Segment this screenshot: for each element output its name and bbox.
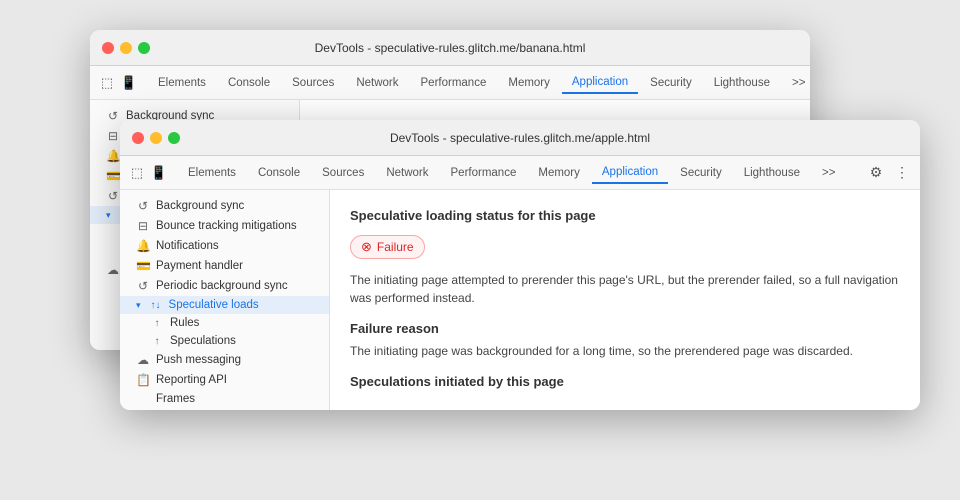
more-icon-front[interactable]: ⋮	[892, 163, 912, 183]
sync-icon-front: ↺	[136, 199, 150, 213]
sidebar-label: Rules	[170, 317, 199, 329]
periodic-icon-front: ↺	[136, 279, 150, 293]
status-badge-failure: ⊗ Failure	[350, 235, 425, 259]
device-icon[interactable]: 📱	[120, 74, 138, 92]
maximize-button[interactable]	[138, 42, 150, 54]
tab-network-front[interactable]: Network	[376, 163, 438, 183]
sidebar-label: Notifications	[156, 240, 219, 252]
notif-icon-front: 🔔	[136, 239, 150, 253]
tab-security-front[interactable]: Security	[670, 163, 732, 183]
description-front: The initiating page attempted to prerend…	[350, 271, 900, 307]
tab-elements-back[interactable]: Elements	[148, 73, 216, 93]
sidebar-payment-front[interactable]: 💳 Payment handler	[120, 256, 329, 276]
window-title-front: DevTools - speculative-rules.glitch.me/a…	[390, 131, 650, 145]
maximize-button-front[interactable]	[168, 132, 180, 144]
payment-icon-front: 💳	[136, 259, 150, 273]
toolbar-icons-back: ⬚ 📱	[98, 74, 138, 92]
speculations-title: Speculations initiated by this page	[350, 374, 900, 389]
tab-more-back[interactable]: >>	[782, 73, 810, 93]
inspect-icon-front[interactable]: ⬚	[128, 164, 146, 182]
tab-sources-front[interactable]: Sources	[312, 163, 374, 183]
tab-sources-back[interactable]: Sources	[282, 73, 344, 93]
minimize-button[interactable]	[120, 42, 132, 54]
sidebar-label: Frames	[156, 393, 195, 405]
tab-security-back[interactable]: Security	[640, 73, 702, 93]
tab-elements-front[interactable]: Elements	[178, 163, 246, 183]
device-icon-front[interactable]: 📱	[150, 164, 168, 182]
spec-icon-front: ↑	[150, 336, 164, 347]
minimize-button-front[interactable]	[150, 132, 162, 144]
window-body-front: ↺ Background sync ⊟ Bounce tracking miti…	[120, 190, 920, 410]
rules-icon-front: ↑	[150, 318, 164, 329]
sidebar-front: ↺ Background sync ⊟ Bounce tracking miti…	[120, 190, 330, 410]
tab-application-back[interactable]: Application	[562, 72, 638, 94]
sidebar-speculations-front[interactable]: ↑ Speculations	[120, 332, 329, 350]
sidebar-background-sync-front[interactable]: ↺ Background sync	[120, 196, 329, 216]
sidebar-bounce-front[interactable]: ⊟ Bounce tracking mitigations	[120, 216, 329, 236]
close-button-front[interactable]	[132, 132, 144, 144]
toolbar-back: ⬚ 📱 Elements Console Sources Network Per…	[90, 66, 810, 100]
sidebar-notifications-front[interactable]: 🔔 Notifications	[120, 236, 329, 256]
inspect-icon[interactable]: ⬚	[98, 74, 116, 92]
badge-label: Failure	[377, 240, 414, 254]
arrow-icon: ▾	[106, 210, 111, 221]
push-icon-front: ☁	[136, 353, 150, 367]
tab-lighthouse-back[interactable]: Lighthouse	[704, 73, 780, 93]
titlebar-back: DevTools - speculative-rules.glitch.me/b…	[90, 30, 810, 66]
toolbar-icons-front: ⬚ 📱	[128, 164, 168, 182]
toolbar-right-front: ⚙ ⋮	[866, 163, 912, 183]
traffic-lights-back	[102, 42, 150, 54]
sidebar-label: Reporting API	[156, 374, 227, 386]
failure-icon: ⊗	[361, 239, 372, 255]
sidebar-label: Speculations	[170, 335, 236, 347]
devtools-window-front: DevTools - speculative-rules.glitch.me/a…	[120, 120, 920, 410]
failure-reason: The initiating page was backgrounded for…	[350, 342, 900, 360]
close-button[interactable]	[102, 42, 114, 54]
periodic-icon: ↺	[106, 189, 120, 203]
tab-network-back[interactable]: Network	[346, 73, 408, 93]
tab-memory-back[interactable]: Memory	[498, 73, 560, 93]
arrow-icon-front: ▾	[136, 300, 141, 311]
traffic-lights-front	[132, 132, 180, 144]
main-content-front: Speculative loading status for this page…	[330, 190, 920, 410]
reporting-icon-front: 📋	[136, 373, 150, 387]
sidebar-periodic-front[interactable]: ↺ Periodic background sync	[120, 276, 329, 296]
tab-console-front[interactable]: Console	[248, 163, 310, 183]
tab-performance-front[interactable]: Performance	[441, 163, 527, 183]
sidebar-rules-front[interactable]: ↑ Rules	[120, 314, 329, 332]
bounce-icon: ⊟	[106, 129, 120, 143]
tab-lighthouse-front[interactable]: Lighthouse	[734, 163, 810, 183]
tab-performance-back[interactable]: Performance	[411, 73, 497, 93]
push-icon: ☁	[106, 263, 120, 277]
tab-console-back[interactable]: Console	[218, 73, 280, 93]
sidebar-label: Periodic background sync	[156, 280, 288, 292]
failure-reason-title: Failure reason	[350, 321, 900, 336]
toolbar-front: ⬚ 📱 Elements Console Sources Network Per…	[120, 156, 920, 190]
sidebar-label: Bounce tracking mitigations	[156, 220, 297, 232]
sidebar-speculative-front[interactable]: ▾ ↑↓ Speculative loads	[120, 296, 329, 314]
bounce-icon-front: ⊟	[136, 219, 150, 233]
sidebar-label: Background sync	[156, 200, 244, 212]
speculative-icon-front: ↑↓	[149, 300, 163, 311]
sidebar-label: Speculative loads	[169, 299, 259, 311]
payment-icon: 💳	[106, 169, 120, 183]
sidebar-frames-front[interactable]: Frames	[120, 390, 329, 408]
tab-application-front[interactable]: Application	[592, 162, 668, 184]
tab-more-front[interactable]: >>	[812, 163, 845, 183]
notif-icon: 🔔	[106, 149, 120, 163]
sidebar-reporting-front[interactable]: 📋 Reporting API	[120, 370, 329, 390]
titlebar-front: DevTools - speculative-rules.glitch.me/a…	[120, 120, 920, 156]
tab-memory-front[interactable]: Memory	[528, 163, 590, 183]
sync-icon: ↺	[106, 109, 120, 123]
section-title-front: Speculative loading status for this page	[350, 208, 900, 223]
window-title-back: DevTools - speculative-rules.glitch.me/b…	[315, 41, 586, 55]
sidebar-label: Push messaging	[156, 354, 241, 366]
sidebar-push-front[interactable]: ☁ Push messaging	[120, 350, 329, 370]
sidebar-label: Payment handler	[156, 260, 243, 272]
settings-icon-front[interactable]: ⚙	[866, 163, 886, 183]
